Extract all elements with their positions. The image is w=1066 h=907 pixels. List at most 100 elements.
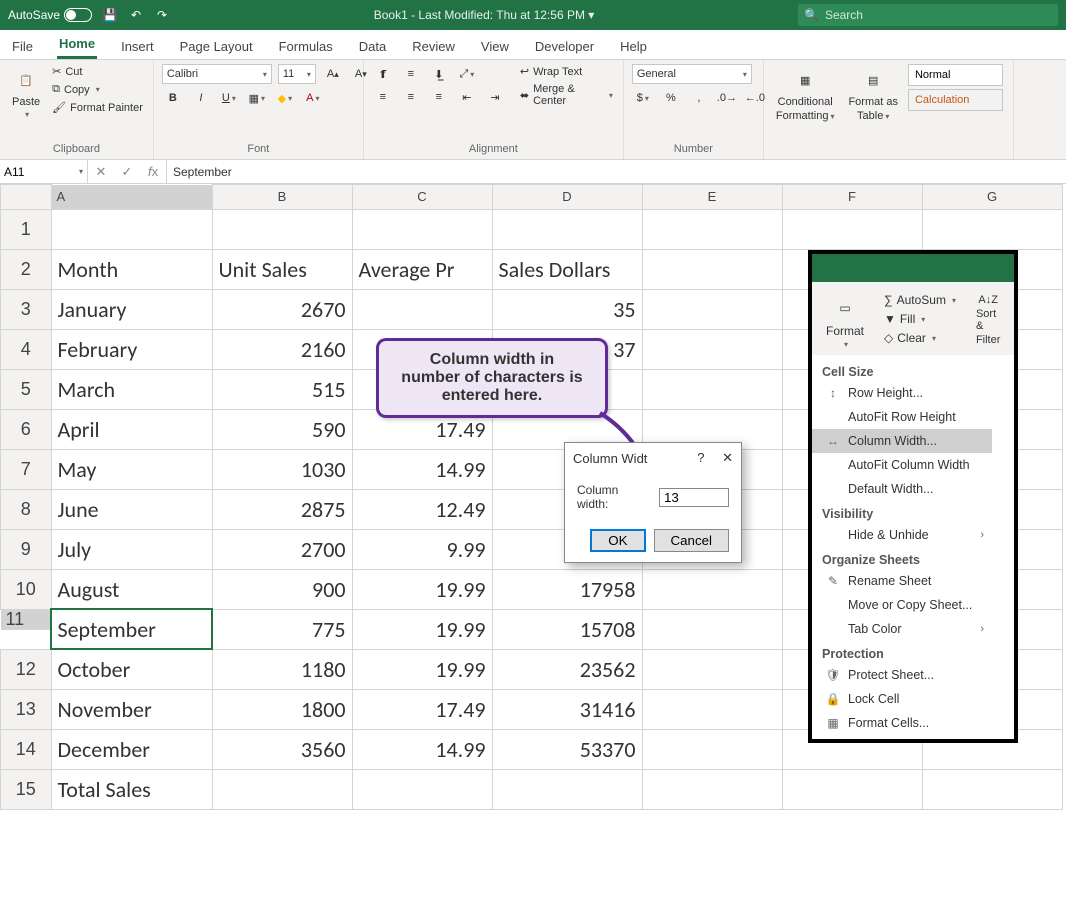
cell[interactable]: May xyxy=(51,449,212,489)
autosum-button[interactable]: ∑AutoSum▾ xyxy=(882,292,958,308)
cell[interactable]: 19.99 xyxy=(352,609,492,649)
menu-column-width[interactable]: ↔Column Width... xyxy=(812,429,992,453)
close-icon[interactable]: ✕ xyxy=(722,450,733,465)
cell[interactable]: Total Sales xyxy=(51,769,212,809)
tab-home[interactable]: Home xyxy=(57,30,97,59)
cell[interactable] xyxy=(352,289,492,329)
cell[interactable] xyxy=(782,209,922,249)
cell[interactable] xyxy=(642,569,782,609)
tab-help[interactable]: Help xyxy=(618,33,649,59)
menu-autofit-column[interactable]: AutoFit Column Width xyxy=(812,453,992,477)
decrease-decimal-icon[interactable]: ←.0 xyxy=(744,88,766,108)
menu-row-height[interactable]: ↕Row Height... xyxy=(812,381,992,405)
row-header[interactable]: 15 xyxy=(1,769,52,809)
tab-data[interactable]: Data xyxy=(357,33,388,59)
menu-default-width[interactable]: Default Width... xyxy=(812,477,992,501)
percent-icon[interactable]: % xyxy=(660,88,682,108)
ok-button[interactable]: OK xyxy=(590,529,645,552)
cell[interactable]: Sales Dollars xyxy=(492,249,642,289)
tab-formulas[interactable]: Formulas xyxy=(277,33,335,59)
cell[interactable] xyxy=(922,769,1062,809)
bold-button[interactable]: B xyxy=(162,88,184,108)
row-header[interactable]: 7 xyxy=(1,449,52,489)
cell[interactable]: 1800 xyxy=(212,689,352,729)
cell[interactable]: February xyxy=(51,329,212,369)
cell[interactable] xyxy=(642,689,782,729)
cell[interactable]: October xyxy=(51,649,212,689)
style-calculation[interactable]: Calculation xyxy=(908,89,1003,111)
cell[interactable] xyxy=(642,729,782,769)
increase-indent-icon[interactable]: ⇥ xyxy=(484,87,506,107)
comma-icon[interactable]: , xyxy=(688,88,710,108)
cancel-formula-icon[interactable]: ✕ xyxy=(88,164,114,180)
redo-icon[interactable]: ↷ xyxy=(154,7,170,23)
orientation-icon[interactable]: ⤢▾ xyxy=(456,64,478,84)
column-header[interactable]: A xyxy=(52,185,212,209)
undo-icon[interactable]: ↶ xyxy=(128,7,144,23)
row-header[interactable]: 10 xyxy=(1,569,52,609)
row-header[interactable]: 9 xyxy=(1,529,52,569)
cell[interactable]: July xyxy=(51,529,212,569)
cell[interactable] xyxy=(642,329,782,369)
row-header[interactable]: 14 xyxy=(1,729,52,769)
align-middle-icon[interactable]: ≡ xyxy=(400,64,422,84)
row-header[interactable]: 3 xyxy=(1,289,52,329)
cell[interactable]: 3560 xyxy=(212,729,352,769)
column-header[interactable]: G xyxy=(922,185,1062,210)
column-width-input[interactable] xyxy=(659,488,729,507)
cell[interactable] xyxy=(642,369,782,409)
merge-center-button[interactable]: ⬌Merge & Center▾ xyxy=(518,82,615,108)
cell[interactable]: 515 xyxy=(212,369,352,409)
cell[interactable] xyxy=(782,769,922,809)
help-icon[interactable]: ? xyxy=(697,450,704,465)
currency-icon[interactable]: $▾ xyxy=(632,88,654,108)
align-bottom-icon[interactable]: ⬇̲ xyxy=(428,64,450,84)
menu-rename-sheet[interactable]: ✎Rename Sheet xyxy=(812,569,992,593)
menu-protect-sheet[interactable]: 🛡Protect Sheet... xyxy=(812,663,992,687)
decrease-indent-icon[interactable]: ⇤ xyxy=(456,87,478,107)
autosave-toggle[interactable]: AutoSave xyxy=(8,8,92,22)
cell[interactable]: 2670 xyxy=(212,289,352,329)
cell[interactable]: June xyxy=(51,489,212,529)
cell[interactable]: 15708 xyxy=(492,609,642,649)
cell[interactable]: Unit Sales xyxy=(212,249,352,289)
cell[interactable] xyxy=(642,649,782,689)
tab-review[interactable]: Review xyxy=(410,33,457,59)
wrap-text-button[interactable]: ↩Wrap Text xyxy=(518,64,615,79)
cell[interactable] xyxy=(51,209,212,249)
tab-developer[interactable]: Developer xyxy=(533,33,596,59)
column-header[interactable]: B xyxy=(212,185,352,210)
cell[interactable]: 31416 xyxy=(492,689,642,729)
cell[interactable]: 775 xyxy=(212,609,352,649)
column-header[interactable]: D xyxy=(492,185,642,210)
align-center-icon[interactable]: ≡ xyxy=(400,87,422,107)
cell[interactable]: 14.99 xyxy=(352,729,492,769)
tab-page-layout[interactable]: Page Layout xyxy=(178,33,255,59)
cell[interactable]: 19.99 xyxy=(352,569,492,609)
cell[interactable]: 2700 xyxy=(212,529,352,569)
row-header[interactable]: 1 xyxy=(1,209,52,249)
cell[interactable]: 35 xyxy=(492,289,642,329)
conditional-formatting-button[interactable]: ▦ Conditional Formatting▾ xyxy=(772,64,839,124)
enter-formula-icon[interactable]: ✓ xyxy=(114,164,140,180)
save-icon[interactable]: 💾 xyxy=(102,7,118,23)
font-size-select[interactable]: 11▾ xyxy=(278,64,316,84)
menu-autofit-row[interactable]: AutoFit Row Height xyxy=(812,405,992,429)
cell[interactable]: August xyxy=(51,569,212,609)
fx-icon[interactable]: fx xyxy=(140,164,166,179)
cut-button[interactable]: ✂Cut xyxy=(50,64,145,79)
formula-input[interactable]: September xyxy=(167,160,1066,183)
column-header[interactable]: F xyxy=(782,185,922,210)
menu-lock-cell[interactable]: 🔒Lock Cell xyxy=(812,687,992,711)
fill-color-button[interactable]: ◆▾ xyxy=(274,88,296,108)
cell[interactable]: November xyxy=(51,689,212,729)
cell[interactable]: 23562 xyxy=(492,649,642,689)
font-name-select[interactable]: Calibri▾ xyxy=(162,64,272,84)
cell[interactable]: March xyxy=(51,369,212,409)
row-header[interactable]: 5 xyxy=(1,369,52,409)
align-left-icon[interactable]: ≡ xyxy=(372,87,394,107)
menu-hide-unhide[interactable]: Hide & Unhide› xyxy=(812,523,992,547)
increase-font-icon[interactable]: A▴ xyxy=(322,64,344,84)
cell[interactable]: December xyxy=(51,729,212,769)
tab-view[interactable]: View xyxy=(479,33,511,59)
